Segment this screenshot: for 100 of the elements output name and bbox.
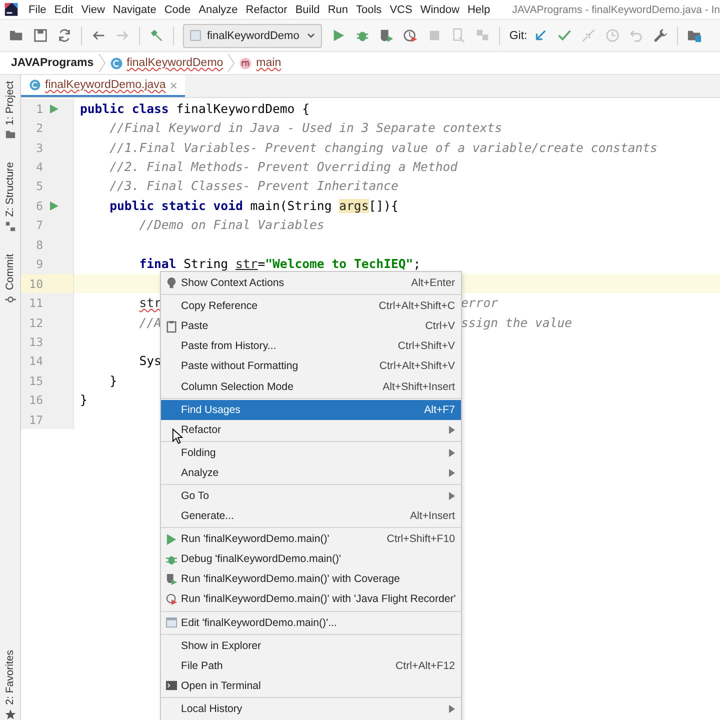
code-line: //2. Final Methods- Prevent Overriding a Method [108, 160, 458, 174]
menu-bar-item[interactable]: Window [420, 4, 460, 16]
line-number: 1 [35, 102, 43, 116]
shortcut-label: Ctrl+V [425, 320, 455, 332]
line-number: 8 [35, 238, 43, 252]
shortcut-label: Ctrl+Alt+F12 [396, 660, 455, 672]
save-icon[interactable] [33, 28, 48, 43]
star-icon [4, 709, 16, 720]
menu-item[interactable]: Paste without Formatting Ctrl+Alt+Shift+V [161, 356, 461, 376]
profiler-icon[interactable] [403, 28, 418, 43]
code-line: //Demo on Final Variables [138, 218, 324, 232]
wrench-icon[interactable] [653, 28, 668, 43]
folder-icon[interactable] [9, 28, 24, 43]
run-icon[interactable] [331, 28, 346, 43]
menu-item[interactable]: Show in Explorer [161, 636, 461, 656]
code-line: ssign the value [461, 316, 572, 330]
line-number: 3 [35, 140, 43, 155]
menu-item[interactable]: Folding [161, 442, 461, 463]
menu-item[interactable]: Paste Ctrl+V [161, 316, 461, 336]
code-line: //1.Final Variables- Prevent changing value of a variable/create constants [108, 140, 658, 155]
menu-bar-item[interactable]: Analyze [198, 4, 238, 16]
breadcrumb-item[interactable]: finalKeywordDemo [126, 57, 224, 69]
folder-structure-icon[interactable] [687, 28, 702, 43]
menu-item[interactable]: Run 'finalKeywordDemo.main()' Ctrl+Shift+F10 [161, 529, 461, 550]
tool-window-tab[interactable]: Commit [4, 254, 16, 290]
menu-item[interactable]: Column Selection Mode Alt+Shift+Insert [161, 376, 461, 397]
menu-item[interactable]: Show Context Actions Alt+Enter [161, 273, 461, 294]
chevron-icon [227, 53, 236, 73]
class-icon [110, 56, 123, 70]
menu-item[interactable]: Open in Terminal [161, 676, 461, 696]
tool-window-tab[interactable]: Z: Structure [4, 162, 16, 218]
shortcut-label: Ctrl+Shift+V [398, 340, 455, 352]
line-number: 4 [35, 160, 43, 174]
code-line: str [138, 296, 162, 310]
shortcut-label: Ctrl+Shift+F10 [386, 533, 455, 546]
coverage-icon[interactable] [379, 28, 394, 43]
profiler-icon [166, 592, 177, 606]
menu-bar-item[interactable]: Tools [356, 4, 382, 16]
application-icon [189, 29, 202, 42]
line-number: 5 [35, 179, 43, 194]
line-number: 10 [28, 276, 43, 291]
folder-icon [4, 129, 16, 140]
menu-item[interactable]: Refactor [161, 420, 461, 440]
menu-bar-item[interactable]: Run [328, 4, 348, 16]
run-icon[interactable] [49, 104, 59, 114]
menu-item[interactable]: Debug 'finalKeywordDemo.main()' [161, 549, 461, 570]
shortcut-label: Ctrl+Alt+Shift+V [379, 360, 455, 372]
tool-window-tab[interactable]: 1: Project [4, 81, 16, 126]
line-number: 16 [28, 393, 43, 408]
menu-bar-item[interactable]: Help [467, 4, 490, 16]
menu-item[interactable]: Find Usages Alt+F7 [161, 400, 461, 420]
line-number: 9 [35, 257, 43, 272]
line-number: 2 [35, 121, 43, 136]
menu-item[interactable]: Edit 'finalKeywordDemo.main()'... [161, 612, 461, 633]
hammer-icon[interactable] [149, 28, 164, 43]
code-line: final String str="Welcome to TechIEQ"; [138, 257, 421, 272]
shortcut-label: Alt+F7 [424, 404, 455, 416]
sync-icon[interactable] [57, 28, 72, 43]
line-number: 6 [35, 198, 43, 213]
menu-item[interactable]: Run 'finalKeywordDemo.main()' with 'Java Flight Recorder' [161, 589, 461, 610]
menu-bar-item[interactable]: View [81, 4, 105, 16]
menu-bar-item[interactable]: Build [295, 4, 320, 16]
menu-item[interactable]: Local History [161, 698, 461, 719]
window-icon [166, 616, 177, 630]
structure-icon [4, 221, 16, 232]
line-number: 14 [28, 354, 43, 368]
menu-bar-item[interactable]: VCS [390, 4, 412, 16]
line-number: 12 [28, 316, 43, 330]
menu-item[interactable]: Run 'finalKeywordDemo.main()' with Coverage [161, 569, 461, 590]
menu-bar-item[interactable]: File [28, 4, 46, 16]
menu-item[interactable]: Paste from History... Ctrl+Shift+V [161, 336, 461, 356]
clipboard-icon [166, 320, 177, 333]
run-icon [166, 532, 177, 546]
tool-window-tab[interactable]: 2: Favorites [4, 650, 16, 705]
menu-item[interactable]: Copy Reference Ctrl+Alt+Shift+C [161, 296, 461, 316]
run-icon[interactable] [49, 200, 59, 211]
coverage-icon [166, 572, 177, 586]
update-arrow-icon[interactable] [533, 28, 548, 43]
breadcrumb-item[interactable]: JAVAPrograms [11, 57, 94, 69]
class-icon [29, 79, 41, 91]
menu-bar-item[interactable]: Refactor [246, 4, 288, 16]
menu-bar-item[interactable]: Code [164, 4, 191, 16]
menu-item[interactable]: Analyze [161, 462, 461, 483]
menu-bar-item[interactable]: Edit [54, 4, 74, 16]
code-line: //3. Final Classes- Prevent Inheritance [108, 179, 398, 194]
breadcrumb-item[interactable]: main [256, 57, 282, 69]
line-number: 7 [35, 218, 43, 232]
menu-item[interactable]: File Path Ctrl+Alt+F12 [161, 656, 461, 676]
run-configuration-dropdown[interactable]: finalKeywordDemo [183, 24, 322, 48]
menu-bar-item[interactable]: Navigate [112, 4, 156, 16]
editor-tab[interactable]: finalKeywordDemo.java × [21, 75, 186, 97]
caret-icon [306, 30, 316, 40]
line-number: 13 [28, 334, 43, 349]
checkmark-icon[interactable] [557, 28, 572, 43]
code-line: public static void main(String args[]){ [108, 198, 398, 213]
code-line: Sys [138, 354, 162, 368]
shortcut-label: Ctrl+Alt+Shift+C [378, 300, 455, 312]
terminal-icon [166, 679, 177, 692]
menu-item[interactable]: Go To [161, 486, 461, 506]
menu-item[interactable]: Generate... Alt+Insert [161, 506, 461, 526]
